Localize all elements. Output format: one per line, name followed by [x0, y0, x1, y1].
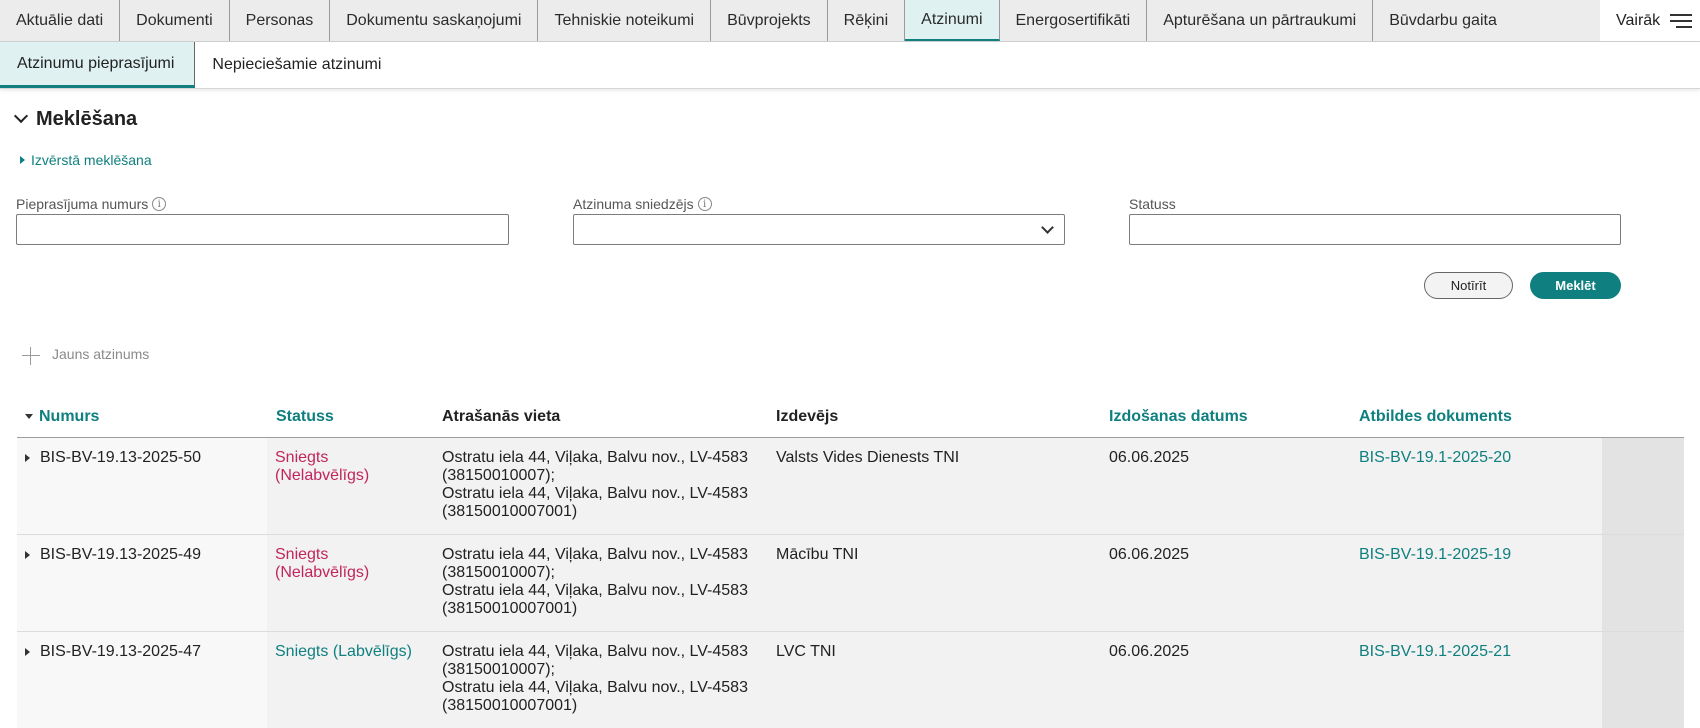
clear-button[interactable]: Notīrīt — [1424, 272, 1513, 299]
table-row: BIS-BV-19.13-2025-47 Sniegts (Labvēlīgs)… — [17, 632, 1684, 728]
row-issue-date: 06.06.2025 — [1109, 546, 1190, 563]
more-menu-button[interactable]: Vairāk — [1600, 0, 1700, 41]
issuer-label: Atzinuma sniedzējs i — [573, 196, 712, 212]
row-issue-date: 06.06.2025 — [1109, 643, 1190, 660]
search-button[interactable]: Meklēt — [1530, 272, 1621, 299]
request-number-label-text: Pieprasījuma numurs — [16, 196, 149, 212]
row-status: Sniegts (Labvēlīgs) — [275, 643, 425, 661]
subtab-nepieciesamie-atzinumi[interactable]: Nepieciešamie atzinumi — [195, 42, 398, 88]
row-location-line: (38150010007001) — [442, 503, 578, 520]
table-row: BIS-BV-19.13-2025-50 Sniegts (Nelabvēlīg… — [17, 438, 1684, 535]
row-location-line: Ostratu iela 44, Viļaka, Balvu nov., LV-… — [442, 679, 748, 696]
tab-energosertifikati[interactable]: Energosertifikāti — [1000, 0, 1148, 41]
table-header: Numurs Statuss Atrašanās vieta Izdevējs … — [17, 398, 1684, 438]
issuer-select[interactable] — [573, 214, 1065, 245]
row-number[interactable]: BIS-BV-19.13-2025-50 — [25, 449, 201, 467]
issuer-label-text: Atzinuma sniedzējs — [573, 196, 694, 212]
tab-personas[interactable]: Personas — [230, 0, 331, 41]
tab-buvdarbu-gaita[interactable]: Būvdarbu gaita — [1373, 0, 1513, 41]
table-row: BIS-BV-19.13-2025-49 Sniegts (Nelabvēlīg… — [17, 535, 1684, 632]
row-status-line1: Sniegts — [275, 449, 329, 466]
header-status[interactable]: Statuss — [276, 408, 334, 426]
row-issue-date: 06.06.2025 — [1109, 449, 1190, 466]
chevron-down-icon — [1041, 221, 1054, 234]
more-label: Vairāk — [1616, 11, 1661, 29]
row-location-line: Ostratu iela 44, Viļaka, Balvu nov., LV-… — [442, 546, 748, 563]
row-location-line: Ostratu iela 44, Viļaka, Balvu nov., LV-… — [442, 449, 748, 466]
row-location-line: Ostratu iela 44, Viļaka, Balvu nov., LV-… — [442, 643, 748, 660]
sort-desc-icon — [25, 414, 33, 419]
row-issuer: LVC TNI — [776, 643, 836, 660]
tab-aktualie-dati[interactable]: Aktuālie dati — [0, 0, 121, 41]
tab-atzinumi[interactable]: Atzinumi — [905, 0, 1000, 41]
search-title: Meklēšana — [36, 108, 138, 130]
row-status-line2: (Nelabvēlīgs) — [275, 564, 370, 581]
advanced-search-toggle[interactable]: Izvērstā meklēšana — [20, 152, 152, 168]
row-location: Ostratu iela 44, Viļaka, Balvu nov., LV-… — [442, 643, 762, 715]
caret-right-icon[interactable] — [25, 454, 30, 462]
subtab-atzinumu-pieprasijumi[interactable]: Atzinumu pieprasījumi — [0, 42, 196, 88]
row-location-line: (38150010007); — [442, 661, 555, 678]
row-status: Sniegts (Nelabvēlīgs) — [275, 449, 425, 485]
row-number-text: BIS-BV-19.13-2025-47 — [40, 643, 201, 660]
row-response-doc-link[interactable]: BIS-BV-19.1-2025-20 — [1359, 449, 1511, 467]
row-response-doc-link[interactable]: BIS-BV-19.1-2025-19 — [1359, 546, 1511, 564]
tab-aptureshana[interactable]: Apturēšana un pārtraukumi — [1147, 0, 1374, 41]
request-number-input[interactable] — [16, 214, 509, 245]
header-number[interactable]: Numurs — [25, 408, 99, 426]
row-location: Ostratu iela 44, Viļaka, Balvu nov., LV-… — [442, 546, 762, 618]
row-location-line: (38150010007001) — [442, 600, 578, 617]
header-issue-date[interactable]: Izdošanas datums — [1109, 408, 1248, 426]
chevron-down-icon — [13, 108, 29, 123]
status-label-text: Statuss — [1129, 196, 1176, 212]
opinions-table: Numurs Statuss Atrašanās vieta Izdevējs … — [17, 398, 1684, 728]
status-input[interactable] — [1129, 214, 1621, 245]
row-response-doc-link[interactable]: BIS-BV-19.1-2025-21 — [1359, 643, 1511, 661]
header-response-doc[interactable]: Atbildes dokuments — [1359, 408, 1512, 426]
row-location-line: Ostratu iela 44, Viļaka, Balvu nov., LV-… — [442, 485, 748, 502]
new-opinion-label: Jauns atzinums — [52, 346, 150, 362]
caret-right-icon — [20, 156, 25, 164]
row-issuer: Valsts Vides Dienests TNI — [776, 449, 960, 466]
row-location-line: (38150010007); — [442, 467, 555, 484]
row-status-line1: Sniegts — [275, 546, 329, 563]
row-issuer: Mācību TNI — [776, 546, 859, 563]
tab-dokumentu-saskanojumi[interactable]: Dokumentu saskaņojumi — [330, 0, 539, 41]
row-location: Ostratu iela 44, Viļaka, Balvu nov., LV-… — [442, 449, 762, 521]
row-status-line2: (Nelabvēlīgs) — [275, 467, 370, 484]
row-location-line: Ostratu iela 44, Viļaka, Balvu nov., LV-… — [442, 582, 748, 599]
row-number[interactable]: BIS-BV-19.13-2025-49 — [25, 546, 201, 564]
search-section-toggle[interactable]: Meklēšana — [13, 108, 138, 131]
row-status: Sniegts (Nelabvēlīgs) — [275, 546, 425, 582]
header-number-label: Numurs — [39, 408, 100, 425]
header-location: Atrašanās vieta — [442, 408, 561, 425]
row-status-line1: Sniegts (Labvēlīgs) — [275, 643, 412, 660]
advanced-search-label: Izvērstā meklēšana — [31, 152, 152, 168]
plus-icon — [22, 347, 40, 365]
tab-rekini[interactable]: Rēķini — [828, 0, 906, 41]
row-number-text: BIS-BV-19.13-2025-50 — [40, 449, 201, 466]
row-location-line: (38150010007); — [442, 564, 555, 581]
info-icon[interactable]: i — [697, 197, 712, 211]
row-number[interactable]: BIS-BV-19.13-2025-47 — [25, 643, 201, 661]
tab-buvprojekts[interactable]: Būvprojekts — [711, 0, 828, 41]
caret-right-icon[interactable] — [25, 551, 30, 559]
header-issuer: Izdevējs — [776, 408, 839, 425]
status-label: Statuss — [1129, 196, 1176, 212]
new-opinion-button[interactable]: Jauns atzinums — [22, 345, 150, 365]
hamburger-icon — [1670, 13, 1693, 28]
row-location-line: (38150010007001) — [442, 697, 578, 714]
tab-dokumenti[interactable]: Dokumenti — [120, 0, 230, 41]
info-icon[interactable]: i — [152, 197, 167, 211]
tab-tehniskie-noteikumi[interactable]: Tehniskie noteikumi — [538, 0, 712, 41]
sub-tab-bar: Atzinumu pieprasījumi Nepieciešamie atzi… — [0, 42, 1700, 89]
caret-right-icon[interactable] — [25, 648, 30, 656]
top-tab-bar: Aktuālie dati Dokumenti Personas Dokumen… — [0, 0, 1700, 42]
row-number-text: BIS-BV-19.13-2025-49 — [40, 546, 201, 563]
request-number-label: Pieprasījuma numurs i — [16, 196, 167, 212]
